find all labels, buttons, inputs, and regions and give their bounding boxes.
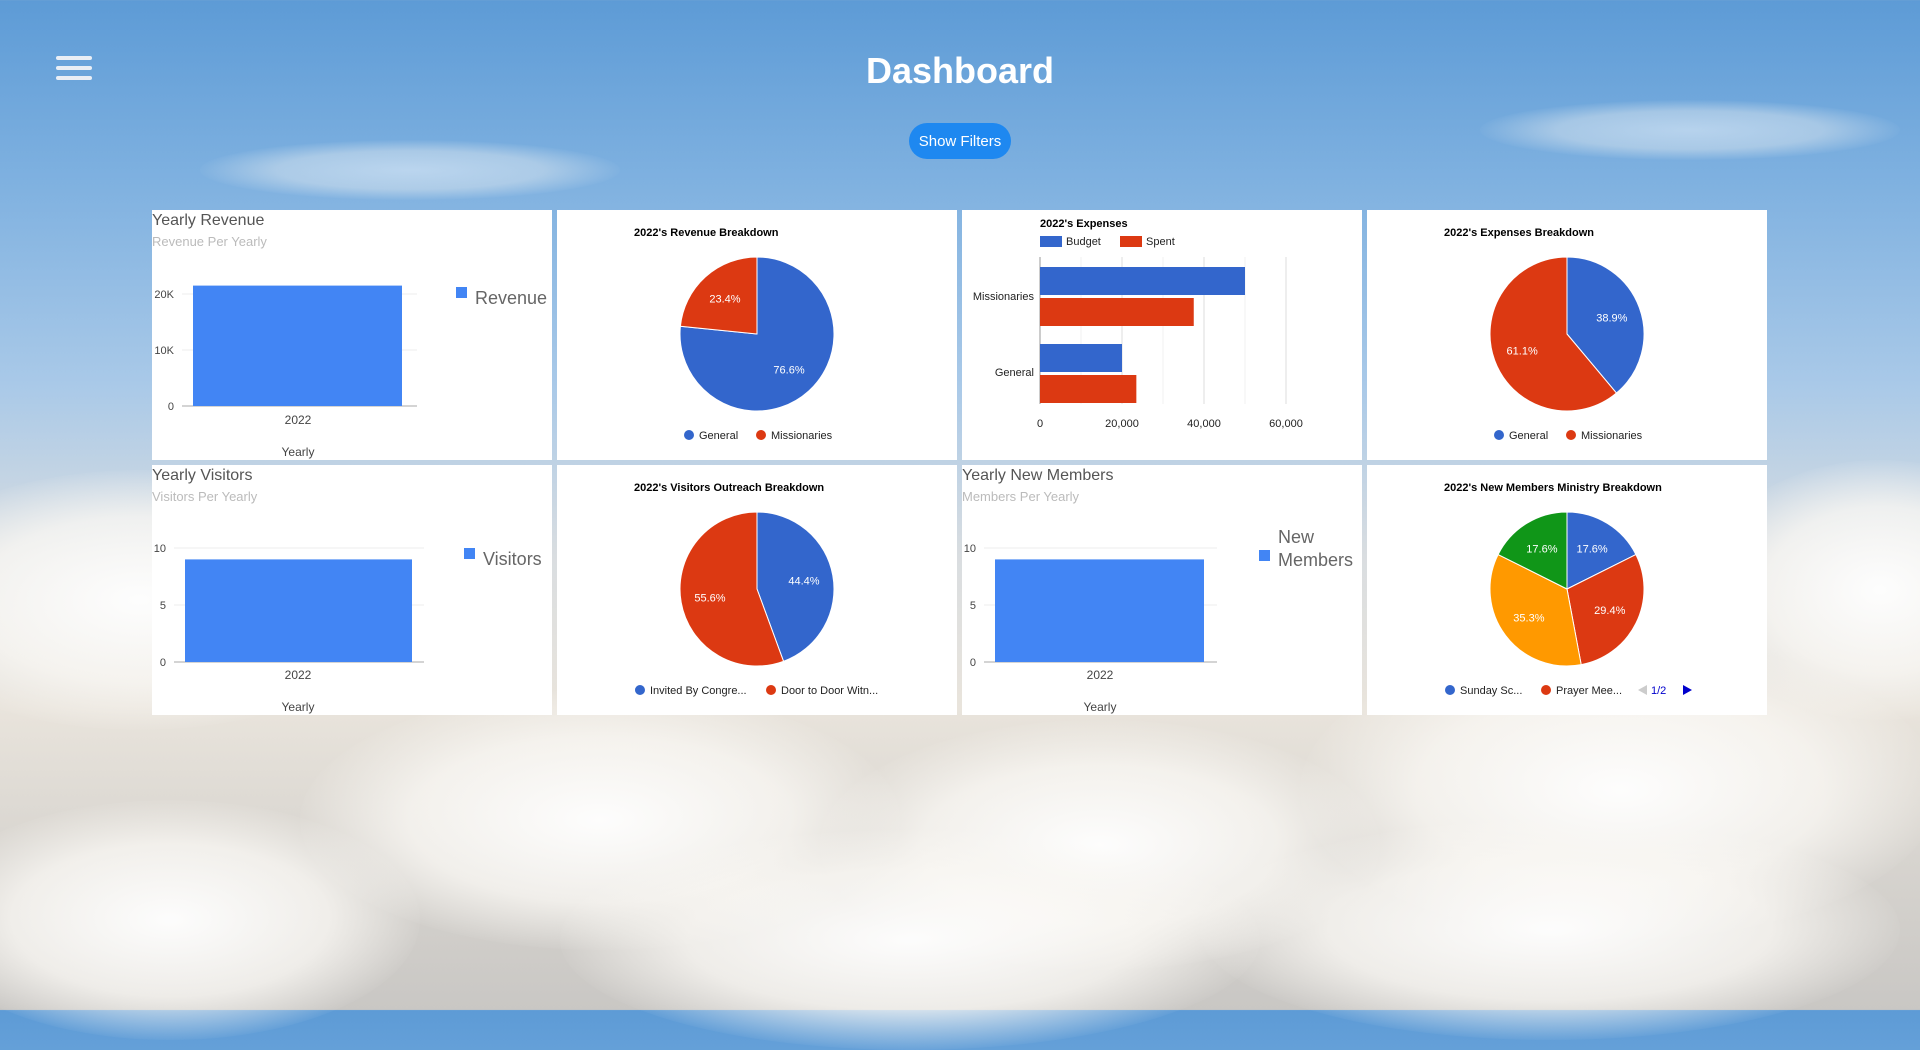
y-tick-label: 10: [154, 543, 166, 555]
pie-slice-label: 38.9%: [1596, 313, 1627, 325]
chart-title: 2022's New Members Ministry Breakdown: [1444, 482, 1662, 494]
legend-label-budget: Budget: [1066, 236, 1101, 248]
bar-2022[interactable]: [995, 559, 1204, 662]
legend-swatch-invited: [635, 685, 645, 695]
legend-swatch-door-to-door: [766, 685, 776, 695]
pie-slice-label: 61.1%: [1507, 345, 1538, 357]
y-tick-label: 10K: [154, 345, 174, 357]
pie-slice-label: 23.4%: [709, 294, 740, 306]
legend-swatch-revenue: [456, 287, 467, 298]
members-breakdown-chart: 2022's New Members Ministry Breakdown 17…: [1444, 482, 1692, 697]
expenses-breakdown-chart: 2022's Expenses Breakdown 38.9% 61.1% Gen…: [1444, 227, 1645, 442]
legend-label-revenue: Revenue: [475, 288, 547, 308]
y-tick-label: 0: [168, 401, 174, 413]
y-tick-label: 0: [160, 657, 166, 669]
bar-2022[interactable]: [193, 285, 402, 406]
revenue-breakdown-card: 2022's Revenue Breakdown 76.6% 23.4% Gene…: [557, 210, 957, 460]
legend-swatch-missionaries: [756, 430, 766, 440]
page-title: Dashboard: [865, 50, 1055, 91]
legend-label-missionaries: Missionaries: [1581, 430, 1643, 442]
x-tick-label: 60,000: [1269, 418, 1303, 430]
revenue-chart: 0 10K 20K 2022 Yearly Revenue: [154, 285, 547, 459]
bar-missionaries-spent[interactable]: [1040, 298, 1194, 326]
legend-label-spent: Spent: [1146, 236, 1175, 248]
visitors-chart: 0 5 10 2022 Yearly Visitors: [154, 543, 542, 714]
y-tick-label: Missionaries: [973, 291, 1035, 303]
legend-label-general: General: [699, 430, 738, 442]
x-tick-label: 2022: [285, 668, 312, 682]
chart-title: 2022's Expenses Breakdown: [1444, 227, 1594, 239]
revenue-card: Yearly Revenue Revenue Per Yearly 0 10K …: [152, 210, 552, 460]
members-chart: 0 5 10 2022 Yearly New Members: [964, 527, 1353, 714]
chart-title: 2022's Expenses: [1040, 218, 1128, 230]
chart-title: 2022's Visitors Outreach Breakdown: [634, 482, 824, 494]
legend-prev-icon[interactable]: [1638, 685, 1647, 695]
legend-label-members-line1: New: [1278, 527, 1315, 547]
revenue-breakdown-chart: 2022's Revenue Breakdown 76.6% 23.4% Gene…: [634, 227, 835, 442]
x-tick-label: 2022: [1087, 668, 1114, 682]
expenses-card: 2022's Expenses Budget Spent Missionarie…: [962, 210, 1362, 460]
x-tick-label: 2022: [285, 413, 312, 427]
y-tick-label: 0: [970, 657, 976, 669]
visitors-card: Yearly Visitors Visitors Per Yearly 0 5 …: [152, 465, 552, 715]
members-card: Yearly New Members Members Per Yearly 0 …: [962, 465, 1362, 715]
bar-general-spent[interactable]: [1040, 375, 1137, 403]
y-tick-label: General: [995, 367, 1034, 379]
pie-slice-label: 55.6%: [694, 592, 725, 604]
legend-label-missionaries: Missionaries: [771, 430, 833, 442]
x-axis-label: Yearly: [282, 700, 315, 714]
expenses-breakdown-card: 2022's Expenses Breakdown 38.9% 61.1% Gen…: [1367, 210, 1767, 460]
legend-swatch-spent: [1120, 236, 1142, 247]
x-axis-label: Yearly: [1084, 700, 1117, 714]
legend-swatch-sunday-school: [1445, 685, 1455, 695]
legend-label-members-line2: Members: [1278, 550, 1353, 570]
pie-slice-label: 29.4%: [1594, 605, 1625, 617]
visitors-breakdown-card: 2022's Visitors Outreach Breakdown 44.4%…: [557, 465, 957, 715]
show-filters-button[interactable]: Show Filters: [909, 123, 1011, 159]
legend-swatch-general: [684, 430, 694, 440]
chart-title: 2022's Revenue Breakdown: [634, 227, 779, 239]
legend-page-indicator: 1/2: [1651, 685, 1666, 697]
legend-label-general: General: [1509, 430, 1548, 442]
legend-swatch-members: [1259, 550, 1270, 561]
legend-swatch-visitors: [464, 548, 475, 559]
x-tick-label: 20,000: [1105, 418, 1139, 430]
legend-swatch-prayer-meeting: [1541, 685, 1551, 695]
legend-label-door-to-door: Door to Door Witn...: [781, 685, 878, 697]
bar-missionaries-budget[interactable]: [1040, 267, 1245, 295]
bar-2022[interactable]: [185, 559, 412, 662]
visitors-breakdown-chart: 2022's Visitors Outreach Breakdown 44.4%…: [634, 482, 878, 697]
legend-next-icon[interactable]: [1683, 685, 1692, 695]
legend-label-sunday-school: Sunday Sc...: [1460, 685, 1522, 697]
x-tick-label: 0: [1037, 418, 1043, 430]
pie-slice-label: 35.3%: [1513, 613, 1544, 625]
expenses-chart: 2022's Expenses Budget Spent Missionarie…: [973, 218, 1303, 430]
legend-label-prayer-meeting: Prayer Mee...: [1556, 685, 1622, 697]
bar-general-budget[interactable]: [1040, 344, 1122, 372]
legend-swatch-missionaries: [1566, 430, 1576, 440]
x-axis-label: Yearly: [282, 445, 315, 459]
pie-slice-label: 76.6%: [773, 364, 804, 376]
legend-label-visitors: Visitors: [483, 549, 542, 569]
y-tick-label: 5: [160, 600, 166, 612]
pie-slice-label: 44.4%: [788, 576, 819, 588]
legend-label-invited: Invited By Congre...: [650, 685, 747, 697]
x-tick-label: 40,000: [1187, 418, 1221, 430]
y-tick-label: 10: [964, 543, 976, 555]
legend-swatch-general: [1494, 430, 1504, 440]
members-breakdown-card: 2022's New Members Ministry Breakdown 17…: [1367, 465, 1767, 715]
y-tick-label: 20K: [154, 289, 174, 301]
legend-swatch-budget: [1040, 236, 1062, 247]
pie-slice-label: 17.6%: [1526, 543, 1557, 555]
pie-slice-label: 17.6%: [1576, 543, 1607, 555]
y-tick-label: 5: [970, 600, 976, 612]
